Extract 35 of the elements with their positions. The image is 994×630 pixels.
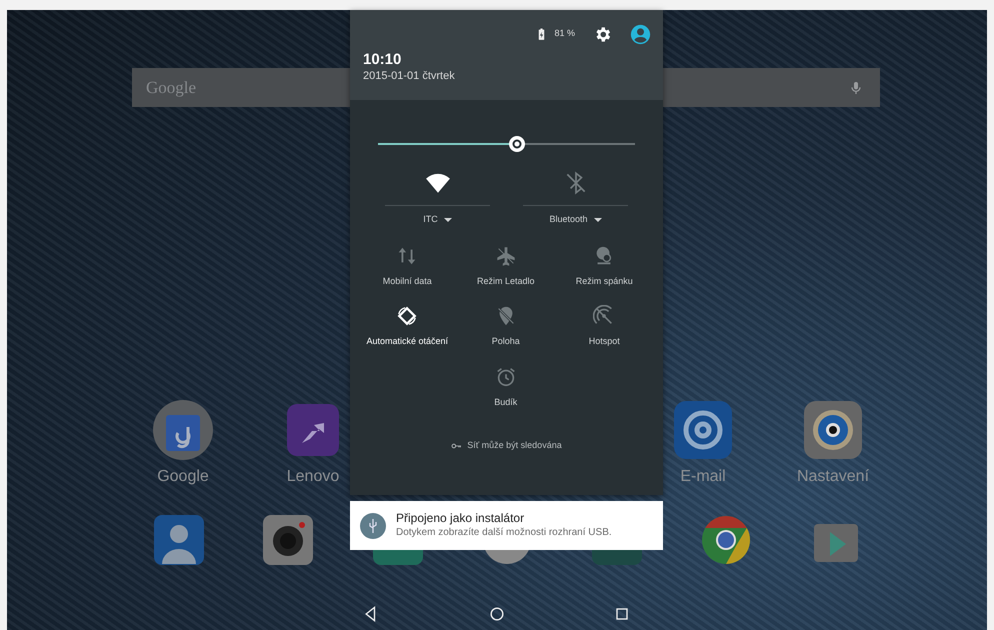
app-icon xyxy=(672,399,734,461)
notification-title: Připojeno jako instalátor xyxy=(396,511,526,526)
app-icon xyxy=(802,399,864,461)
airplane-off-icon xyxy=(494,244,517,266)
vpn-warning-text: Síť může být sledována xyxy=(467,439,562,452)
caret-icon xyxy=(444,218,452,222)
app-icon[interactable] xyxy=(152,514,205,566)
alarm-clock-icon xyxy=(494,366,517,388)
brightness-thumb-icon[interactable] xyxy=(506,134,527,154)
quick-setting-tile[interactable]: Režim spánku xyxy=(555,244,654,288)
search-field[interactable]: Google xyxy=(144,74,344,102)
notification-card[interactable]: Připojeno jako instalátor Dotykem zobrazíte další možnosti rozhraní USB. xyxy=(350,501,663,550)
battery-level: 81 % xyxy=(554,27,575,40)
app-icon xyxy=(152,399,214,461)
rotate-icon xyxy=(396,305,418,327)
brightness-slider[interactable] xyxy=(378,134,635,154)
quick-setting-tile[interactable]: Hotspot xyxy=(555,305,654,348)
quick-setting-tile[interactable]: Budík xyxy=(456,366,555,409)
notification-text: Dotykem zobrazíte další možnosti rozhraní USB. xyxy=(396,526,612,540)
tile-dropdown[interactable]: Bluetooth xyxy=(549,213,602,226)
quick-setting-tile[interactable]: Poloha xyxy=(456,305,555,348)
app-icon[interactable] xyxy=(700,514,752,566)
app-shortcut[interactable]: Lenovo xyxy=(282,399,344,489)
user-avatar-icon[interactable] xyxy=(630,24,651,44)
quick-setting-tile[interactable]: Automatické otáčení xyxy=(358,305,456,348)
usb-icon xyxy=(360,512,386,538)
app-shortcut[interactable]: Google xyxy=(152,399,214,489)
quick-setting-tile[interactable]: Mobilní data xyxy=(358,244,456,288)
caret-icon xyxy=(594,218,602,222)
key-icon xyxy=(451,442,462,449)
date-text: 2015-01-01 čtvrtek xyxy=(363,69,456,84)
quick-setting-tile[interactable]: Režim Letadlo xyxy=(456,244,555,288)
tile-dropdown[interactable]: ITC xyxy=(423,213,452,226)
app-icon[interactable] xyxy=(262,514,314,566)
clock-time: 10:10 xyxy=(363,51,402,68)
